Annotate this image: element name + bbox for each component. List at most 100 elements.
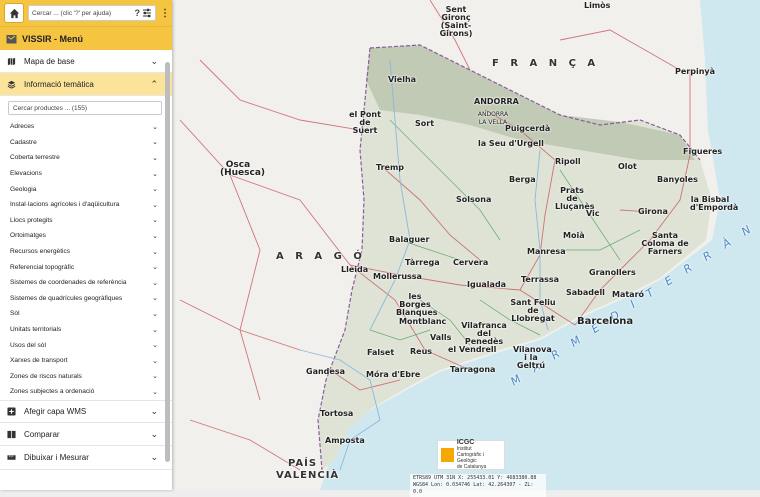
topic-item[interactable]: Referencial topogràfic ⌄ xyxy=(0,259,172,275)
product-search-placeholder: Cercar productes ... (155) xyxy=(13,104,88,112)
topic-item[interactable]: Elevacions ⌄ xyxy=(0,166,172,182)
chevron-down-icon: ⌄ xyxy=(152,139,158,147)
topic-label: Geologia xyxy=(10,185,37,193)
compare-icon xyxy=(7,430,16,438)
search-placeholder: Cercar ... (clic '?' per ajuda) xyxy=(32,9,112,17)
topic-item[interactable]: Instal·lacions agrícoles i d'aqüicultura… xyxy=(0,197,172,213)
place-falset: Falset xyxy=(367,348,395,357)
chevron-up-icon: ⌃ xyxy=(150,78,158,89)
section-base-map-label: Mapa de base xyxy=(24,56,75,66)
chevron-down-icon: ⌄ xyxy=(150,428,158,439)
place-tarrega: Tàrrega xyxy=(405,258,440,267)
topic-item[interactable]: Llocs protegits ⌄ xyxy=(0,213,172,229)
topic-label: Zones de riscos naturals xyxy=(10,372,82,380)
place-berga: Berga xyxy=(509,175,536,184)
place-figueres: Figueres xyxy=(683,147,723,156)
place-moia: Moià xyxy=(563,231,585,240)
chevron-down-icon: ⌄ xyxy=(150,55,158,66)
topic-label: Coberta terrestre xyxy=(10,154,60,162)
coords-wgs84: WGS84 Lon: 0.034746 Lat: 42.264307 - ZL:… xyxy=(413,482,534,495)
ruler-icon xyxy=(7,455,16,460)
add-layer-icon xyxy=(7,407,16,416)
filter-settings-icon[interactable] xyxy=(142,8,152,18)
place-sabadell: Sabadell xyxy=(566,288,605,297)
layers-icon xyxy=(7,80,16,89)
place-prats: Prats de Lluçanès xyxy=(555,186,595,211)
place-vilanova: Vilanova i la Geltrú xyxy=(513,345,552,370)
chevron-down-icon: ⌄ xyxy=(152,342,158,350)
topic-item[interactable]: Unitats territorials ⌄ xyxy=(0,322,172,338)
section-compare-label: Comparar xyxy=(24,429,60,439)
section-compare[interactable]: Comparar ⌄ xyxy=(0,423,172,447)
place-granollers: Granollers xyxy=(589,268,636,277)
topic-label: Cadastre xyxy=(10,138,37,146)
topic-item[interactable]: Recursos energètics ⌄ xyxy=(0,244,172,260)
menu-title: VISSIR - Menú xyxy=(22,33,84,44)
place-gandesa: Gandesa xyxy=(306,367,345,376)
home-icon xyxy=(9,8,19,18)
section-thematic-info[interactable]: Informació temàtica ⌃ xyxy=(0,73,172,96)
place-girona: Girona xyxy=(638,207,668,216)
panel-scrollbar[interactable] xyxy=(165,62,170,462)
chevron-down-icon: ⌄ xyxy=(152,326,158,334)
chevron-down-icon: ⌄ xyxy=(152,123,158,131)
topic-item[interactable]: Coberta terrestre ⌄ xyxy=(0,150,172,166)
chevron-down-icon: ⌄ xyxy=(152,264,158,272)
chevron-down-icon: ⌄ xyxy=(152,201,158,209)
topic-label: Unitats territorials xyxy=(10,326,62,334)
topic-item[interactable]: Usos del sòl ⌄ xyxy=(0,337,172,353)
topic-item[interactable]: Sistemes de coordenades de referència ⌄ xyxy=(0,275,172,291)
product-search-input[interactable]: Cercar productes ... (155) xyxy=(8,101,162,115)
topic-label: Sistemes de coordenades de referència xyxy=(10,279,127,287)
place-pont-suert: el Pont de Suert xyxy=(349,110,381,135)
home-button[interactable] xyxy=(4,3,24,23)
side-panel: Cercar ... (clic '?' per ajuda) ? ⋮ VISS… xyxy=(0,0,172,490)
topic-item[interactable]: Ortoimatges ⌄ xyxy=(0,228,172,244)
topic-item[interactable]: Sòl ⌄ xyxy=(0,306,172,322)
topic-label: Recursos energètics xyxy=(10,248,71,256)
place-olot: Olot xyxy=(618,162,637,171)
section-draw-measure-label: Dibuixar i Mesurar xyxy=(24,452,89,462)
place-sort: Sort xyxy=(415,119,435,128)
topic-item[interactable]: Zones de riscos naturals ⌄ xyxy=(0,369,172,385)
section-base-map[interactable]: Mapa de base ⌄ xyxy=(0,50,172,73)
topic-item[interactable]: Zones subjectes a ordenació ⌄ xyxy=(0,384,172,400)
region-label-valencia-1: PAÍS xyxy=(288,458,318,469)
place-terrassa: Terrassa xyxy=(521,275,560,284)
bottom-sections: Afegir capa WMS ⌄ Comparar ⌄ Dibuixar i … xyxy=(0,399,172,470)
icgc-logo-mark-icon xyxy=(441,448,454,462)
place-cervera: Cervera xyxy=(453,258,489,267)
more-options-icon[interactable]: ⋮ xyxy=(160,8,170,19)
topic-label: Instal·lacions agrícoles i d'aqüicultura xyxy=(10,201,120,209)
coords-utm: ETRS89 UTM 31N X: 255433.01 Y: 4683380.8… xyxy=(413,475,537,481)
topic-list: Adreces ⌄ Cadastre ⌄ Coberta terrestre ⌄ Eleva… xyxy=(0,119,172,400)
place-mataro: Mataró xyxy=(612,290,645,299)
chevron-down-icon: ⌄ xyxy=(152,295,158,303)
place-seu: la Seu d'Urgell xyxy=(478,139,544,148)
place-sant-feliu: Sant Feliu de Llobregat xyxy=(510,298,556,323)
place-montblanc: Montblanc xyxy=(399,317,447,326)
chevron-down-icon: ⌄ xyxy=(152,357,158,365)
region-label-valencia-2: VALENCIÀ xyxy=(276,470,340,481)
place-amposta: Amposta xyxy=(325,436,365,445)
logo-line3: de Catalunya xyxy=(456,464,487,470)
place-vielha: Vielha xyxy=(388,75,417,84)
search-bar: Cercar ... (clic '?' per ajuda) ? ⋮ xyxy=(0,0,172,26)
place-mora: Móra d'Ebre xyxy=(366,370,421,379)
help-button[interactable]: ? xyxy=(135,8,141,18)
search-input[interactable]: Cercar ... (clic '?' per ajuda) ? xyxy=(28,5,156,21)
topic-item[interactable]: Geologia ⌄ xyxy=(0,181,172,197)
topic-label: Usos del sòl xyxy=(10,341,46,349)
topic-item[interactable]: Xarxes de transport ⌄ xyxy=(0,353,172,369)
map-folder-icon xyxy=(6,34,17,43)
section-add-wms[interactable]: Afegir capa WMS ⌄ xyxy=(0,399,172,423)
topic-item[interactable]: Adreces ⌄ xyxy=(0,119,172,135)
section-draw-measure[interactable]: Dibuixar i Mesurar ⌄ xyxy=(0,446,172,470)
place-tarragona: Tarragona xyxy=(450,365,496,374)
icgc-logo[interactable]: ICGC Institut Cartogràfic i Geològic de … xyxy=(437,439,505,470)
topic-item[interactable]: Sistemes de quadrícules geogràfiques ⌄ xyxy=(0,291,172,307)
place-vic: Vic xyxy=(586,209,600,218)
place-ripoll: Ripoll xyxy=(555,157,581,166)
topic-item[interactable]: Cadastre ⌄ xyxy=(0,135,172,151)
place-lleida: Lleida xyxy=(341,265,369,274)
